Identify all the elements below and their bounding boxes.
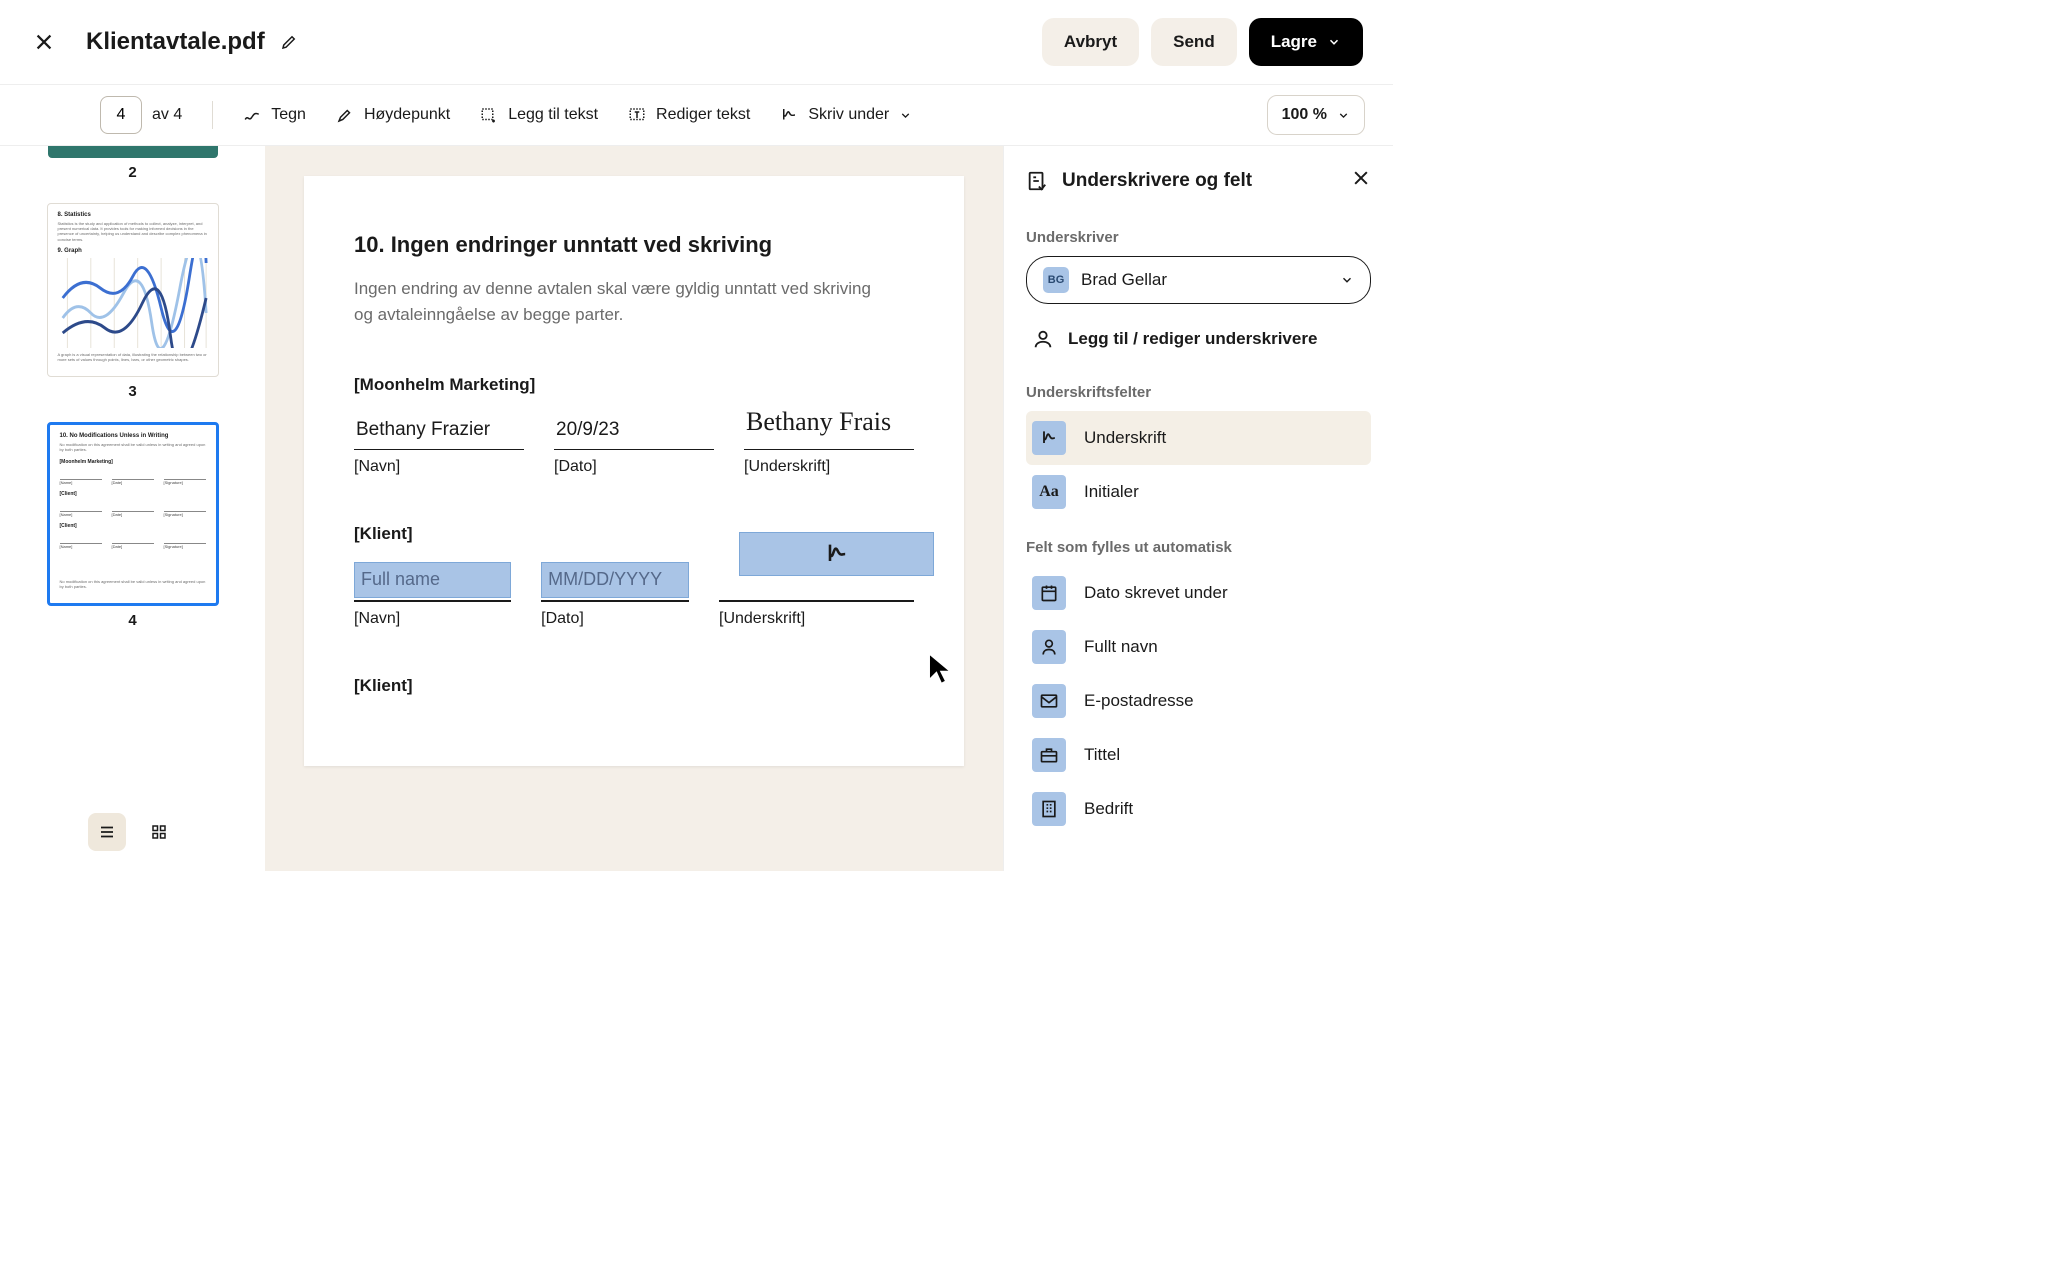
field-company[interactable]: Bedrift: [1026, 782, 1371, 836]
panel-close-button[interactable]: [1351, 168, 1371, 193]
name-field-placeholder[interactable]: Full name: [354, 562, 511, 598]
tool-draw[interactable]: Tegn: [243, 106, 306, 124]
name-caption: [Navn]: [354, 610, 511, 628]
chevron-down-icon: [1337, 109, 1350, 122]
name-value: Bethany Frazier: [354, 413, 524, 447]
page-number-input[interactable]: [100, 96, 142, 134]
draw-icon: [243, 106, 261, 124]
view-list-button[interactable]: [88, 813, 126, 851]
pencil-icon: [280, 33, 298, 51]
view-grid-button[interactable]: [140, 813, 178, 851]
edit-text-icon: [628, 106, 646, 124]
chart-thumbnail: [58, 258, 208, 348]
field-email[interactable]: E-postadresse: [1026, 674, 1371, 728]
signers-panel: Underskrivere og felt Underskriver BG Br…: [1003, 146, 1393, 871]
initials-icon: Aa: [1039, 483, 1059, 501]
date-field-placeholder[interactable]: MM/DD/YYYY: [541, 562, 689, 598]
page-4: 10. Ingen endringer unntatt ved skriving…: [304, 176, 964, 766]
signer-select[interactable]: BG Brad Gellar: [1026, 256, 1371, 304]
tool-edit-text[interactable]: Rediger tekst: [628, 106, 750, 124]
thumbnail-number: 3: [38, 383, 227, 400]
save-button[interactable]: Lagre: [1249, 18, 1363, 66]
tool-sign[interactable]: Skriv under: [780, 106, 912, 124]
field-signature[interactable]: Underskrift: [1026, 411, 1371, 465]
tool-highlight[interactable]: Høydepunkt: [336, 106, 450, 124]
sig-fields-label: Underskriftsfelter: [1026, 384, 1371, 401]
chevron-down-icon: [899, 109, 912, 122]
signature-caption: [Underskrift]: [744, 458, 914, 476]
add-edit-signers[interactable]: Legg til / rediger underskrivere: [1026, 318, 1371, 372]
thumbnail-page-4[interactable]: 10. No Modifications Unless in Writing N…: [47, 422, 219, 606]
grid-icon: [150, 823, 168, 841]
thumbnail-number: 4: [38, 612, 227, 629]
divider: [212, 101, 213, 129]
sign-icon: [780, 106, 798, 124]
field-date-signed[interactable]: Dato skrevet under: [1026, 566, 1371, 620]
thumbnail-page-3[interactable]: 8. Statistics Statistics is the study an…: [47, 203, 219, 377]
date-value: 20/9/23: [554, 413, 714, 447]
close-button[interactable]: [30, 28, 58, 56]
name-caption: [Navn]: [354, 458, 524, 476]
add-text-icon: [480, 106, 498, 124]
date-caption: [Dato]: [541, 610, 689, 628]
party-3-label: [Klient]: [354, 676, 914, 696]
field-title[interactable]: Tittel: [1026, 728, 1371, 782]
thumbnail-number: 2: [38, 164, 227, 181]
highlight-icon: [336, 106, 354, 124]
person-icon: [1039, 637, 1059, 657]
save-button-label: Lagre: [1271, 32, 1317, 52]
cancel-button[interactable]: Avbryt: [1042, 18, 1139, 66]
panel-title: Underskrivere og felt: [1062, 170, 1337, 192]
thumbnail-page-2-partial[interactable]: [48, 146, 218, 158]
person-icon: [1032, 328, 1054, 350]
signer-name: Brad Gellar: [1081, 270, 1328, 290]
signer-label: Underskriver: [1026, 229, 1371, 246]
page-total: av 4: [152, 106, 182, 124]
page-indicator: av 4: [100, 96, 182, 134]
list-icon: [98, 823, 116, 841]
party-1-label: [Moonhelm Marketing]: [354, 375, 914, 395]
zoom-select[interactable]: 100 %: [1267, 95, 1365, 135]
app-header: Klientavtale.pdf Avbryt Send Lagre: [0, 0, 1393, 85]
close-icon: [1351, 168, 1371, 188]
chevron-down-icon: [1327, 35, 1341, 49]
calendar-icon: [1039, 583, 1059, 603]
close-icon: [33, 31, 55, 53]
document-canvas[interactable]: 10. Ingen endringer unntatt ved skriving…: [265, 146, 1003, 871]
signature-row-2: Full name [Navn] MM/DD/YYYY [Dato]: [354, 554, 914, 628]
date-caption: [Dato]: [554, 458, 714, 476]
briefcase-icon: [1039, 745, 1059, 765]
field-full-name[interactable]: Fullt navn: [1026, 620, 1371, 674]
section-title: 10. Ingen endringer unntatt ved skriving: [354, 232, 914, 258]
building-icon: [1039, 799, 1059, 819]
tool-add-text[interactable]: Legg til tekst: [480, 106, 598, 124]
field-initials[interactable]: Aa Initialer: [1026, 465, 1371, 519]
signature-row-1: Bethany Frazier [Navn] 20/9/23 [Dato] Be…: [354, 405, 914, 477]
edit-title-button[interactable]: [279, 32, 299, 52]
zoom-value: 100 %: [1282, 106, 1327, 124]
avatar: BG: [1043, 267, 1069, 293]
thumbnails-sidebar: 2 8. Statistics Statistics is the study …: [0, 146, 265, 871]
send-button[interactable]: Send: [1151, 18, 1237, 66]
signature-value: Bethany Frais: [744, 401, 914, 443]
document-title: Klientavtale.pdf: [86, 28, 265, 56]
signature-caption: [Underskrift]: [719, 610, 914, 628]
signature-icon: [823, 540, 851, 568]
signature-drop-target[interactable]: [739, 532, 934, 576]
section-body: Ingen endring av denne avtalen skal være…: [354, 276, 874, 329]
signature-icon: [1039, 428, 1059, 448]
mail-icon: [1039, 691, 1059, 711]
chevron-down-icon: [1340, 273, 1354, 287]
panel-icon: [1026, 170, 1048, 192]
autofill-label: Felt som fylles ut automatisk: [1026, 539, 1371, 556]
cursor-icon: [925, 651, 955, 685]
toolbar: av 4 Tegn Høydepunkt Legg til tekst Redi…: [0, 85, 1393, 146]
